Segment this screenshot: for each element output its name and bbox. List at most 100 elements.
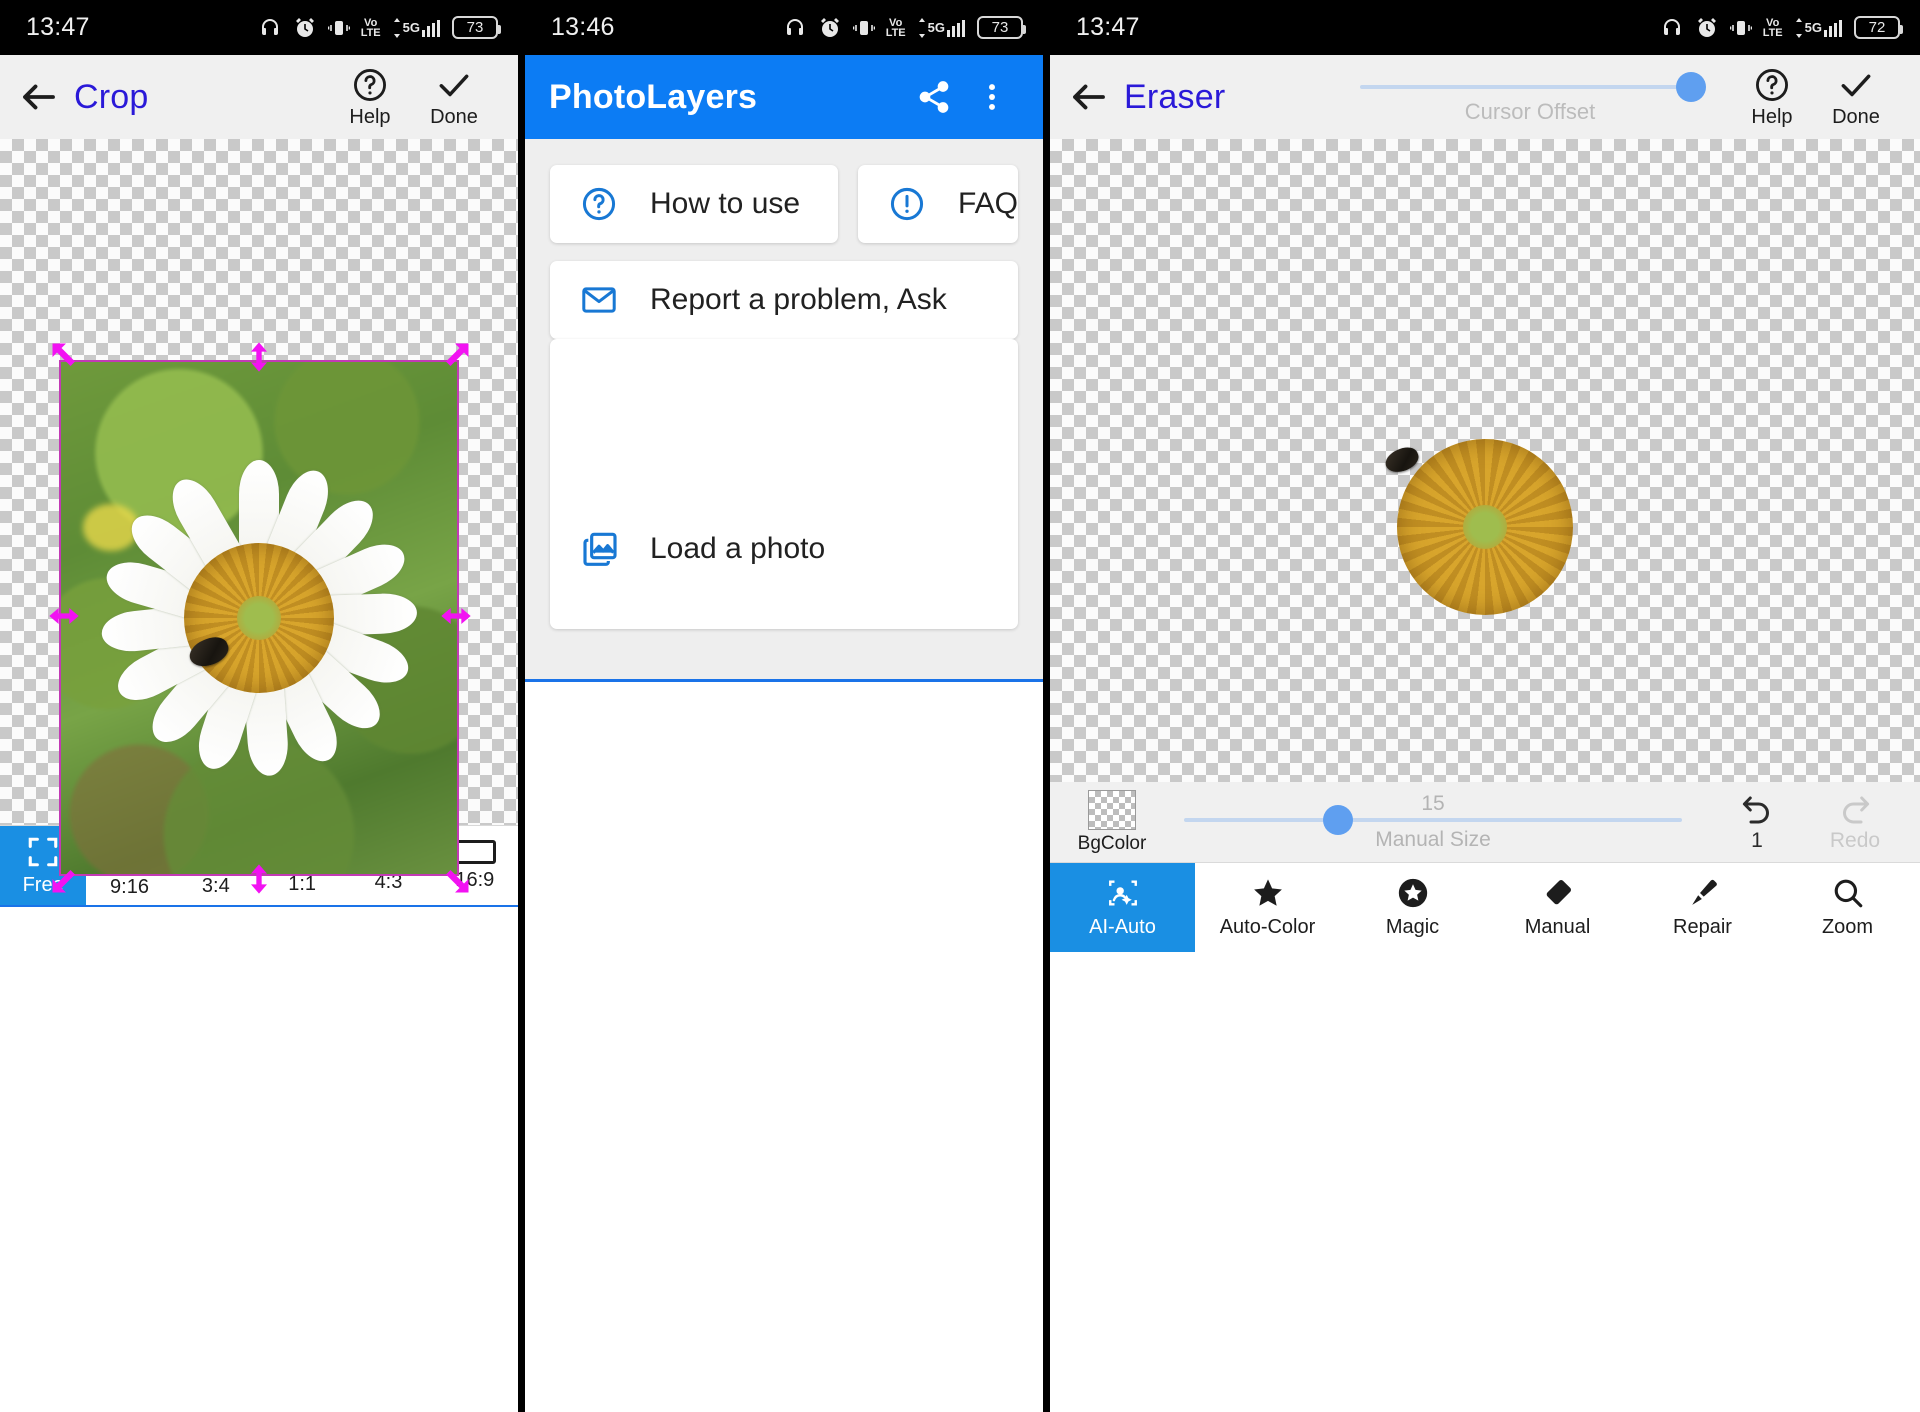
- manual-size-slider[interactable]: 15 Manual Size: [1158, 792, 1708, 852]
- home-empty-area: [525, 682, 1043, 1309]
- slider-track[interactable]: [1360, 72, 1706, 102]
- bgcolor-swatch: [1088, 789, 1136, 830]
- check-icon: [1841, 74, 1871, 96]
- bgcolor-button[interactable]: BgColor: [1066, 789, 1158, 855]
- crop-handle-bottom[interactable]: [243, 861, 275, 897]
- status-time: 13:47: [26, 13, 90, 41]
- battery-icon: 73: [977, 16, 1026, 39]
- status-bar: 13:47 Vo LTE 5G 73: [0, 0, 518, 55]
- redo-button[interactable]: Redo: [1806, 792, 1904, 853]
- status-bar: 13:46 Vo LTE 5G 73: [525, 0, 1043, 55]
- tab-label: Auto-Color: [1219, 916, 1316, 938]
- undo-count: 1: [1751, 828, 1763, 852]
- alarm-icon: [295, 17, 314, 37]
- tab-manual[interactable]: Manual: [1485, 863, 1630, 952]
- done-label: Done: [1832, 105, 1880, 128]
- tab-label: Repair: [1673, 916, 1732, 938]
- load-photo-inner: Load a photo: [580, 469, 825, 629]
- photo-library-icon: [580, 529, 624, 569]
- star-circle-icon: [1398, 878, 1427, 908]
- crop-handle-bottom-left[interactable]: [48, 861, 84, 897]
- crop-handle-top[interactable]: [243, 339, 275, 375]
- cursor-offset-label: Cursor Offset: [1464, 99, 1596, 124]
- ratio-label: 3:4: [201, 874, 230, 897]
- redo-label: Redo: [1829, 828, 1881, 852]
- page-title: Eraser: [1124, 77, 1226, 116]
- crop-canvas[interactable]: [0, 139, 518, 894]
- card-label: Load a photo: [650, 532, 826, 565]
- crop-handle-top-right[interactable]: [437, 339, 473, 375]
- top-card-row: How to use FAQ: [550, 165, 1018, 243]
- manual-size-value: 15: [1421, 792, 1445, 815]
- report-problem-card[interactable]: Report a problem, Ask: [550, 261, 1018, 339]
- tab-auto-color[interactable]: Auto-Color: [1195, 863, 1340, 952]
- help-button[interactable]: Help: [1730, 66, 1814, 129]
- status-icons: Vo LTE 5G 73: [258, 16, 501, 40]
- eraser-icon: [1546, 880, 1571, 905]
- vibrate-icon: [327, 20, 350, 35]
- done-button[interactable]: Done: [412, 66, 496, 129]
- undo-button[interactable]: 1: [1708, 792, 1806, 853]
- eraser-screen: 13:47 VoLTE 5G 72 Eraser Cursor Offset: [1050, 0, 1920, 1412]
- crop-handle-top-left[interactable]: [48, 339, 84, 375]
- back-arrow-icon[interactable]: [18, 76, 60, 118]
- faq-card[interactable]: FAQ: [858, 165, 1018, 243]
- tab-label: Zoom: [1821, 916, 1874, 938]
- crop-handle-left[interactable]: [46, 600, 82, 632]
- mail-icon: [580, 281, 624, 319]
- alarm-icon: [1697, 17, 1716, 37]
- crop-handle-right[interactable]: [438, 600, 474, 632]
- slider-thumb[interactable]: [1676, 72, 1706, 102]
- how-to-use-card[interactable]: How to use: [550, 165, 838, 243]
- help-label: Help: [349, 105, 391, 128]
- tab-ai-auto[interactable]: AI-Auto: [1050, 863, 1195, 952]
- eraser-toolbar: BgColor 15 Manual Size 1 Redo: [1050, 782, 1920, 862]
- help-button[interactable]: Help: [328, 66, 412, 129]
- tab-label: Manual: [1524, 916, 1591, 938]
- share-button[interactable]: [905, 79, 963, 115]
- slider-track[interactable]: [1184, 805, 1682, 835]
- cursor-offset-slider[interactable]: Cursor Offset: [1360, 69, 1706, 125]
- vibrate-icon: [852, 20, 875, 35]
- bgcolor-label: BgColor: [1077, 832, 1147, 854]
- share-icon: [919, 81, 949, 113]
- help-label: Help: [1751, 105, 1793, 128]
- crop-selection-frame[interactable]: [59, 360, 459, 876]
- tab-repair[interactable]: Repair: [1630, 863, 1775, 952]
- vibrate-icon: [1729, 20, 1752, 35]
- status-time: 13:47: [1076, 13, 1140, 41]
- redo-icon: [1843, 796, 1870, 823]
- panel-divider: [518, 0, 525, 1412]
- done-button[interactable]: Done: [1814, 66, 1898, 129]
- app-title: PhotoLayers: [549, 77, 758, 116]
- overflow-menu-button[interactable]: [963, 80, 1021, 114]
- crop-handle-bottom-right[interactable]: [437, 861, 473, 897]
- crop-screen: 13:47 Vo LTE 5G 73 Crop Help Done Free 9…: [0, 0, 518, 1412]
- battery-icon: 72: [1854, 16, 1903, 39]
- load-photo-card[interactable]: Load a photo: [550, 339, 1018, 629]
- battery-icon: 73: [452, 16, 501, 39]
- landscape-wide-icon: [453, 839, 496, 864]
- eraser-tab-bar: AI-Auto Auto-Color Magic Manual Repair Z…: [1050, 862, 1920, 952]
- signal-icon: 5G: [1794, 17, 1843, 39]
- ratio-label: 9:16: [110, 875, 149, 898]
- status-icons: Vo LTE 5G 73: [783, 16, 1026, 40]
- card-label: How to use: [650, 187, 801, 220]
- search-icon: [1834, 879, 1862, 908]
- tab-magic[interactable]: Magic: [1340, 863, 1485, 952]
- flower-disc: [1397, 439, 1573, 615]
- headphones-icon: [786, 18, 803, 35]
- help-circle-icon: [1756, 68, 1788, 101]
- card-label: Report a problem, Ask: [650, 283, 947, 316]
- info-circle-icon: [888, 185, 932, 223]
- panel-divider: [1043, 0, 1050, 1412]
- signal-icon: 5G: [917, 17, 966, 39]
- back-arrow-icon[interactable]: [1068, 76, 1110, 118]
- volte-icon: Vo LTE: [1762, 16, 1783, 39]
- star-icon: [1253, 879, 1282, 906]
- tab-zoom[interactable]: Zoom: [1775, 863, 1920, 952]
- brush-icon: [1691, 879, 1717, 905]
- headphones-icon: [1663, 18, 1680, 35]
- ai-auto-icon: [1108, 880, 1137, 906]
- eraser-canvas[interactable]: [1050, 139, 1920, 782]
